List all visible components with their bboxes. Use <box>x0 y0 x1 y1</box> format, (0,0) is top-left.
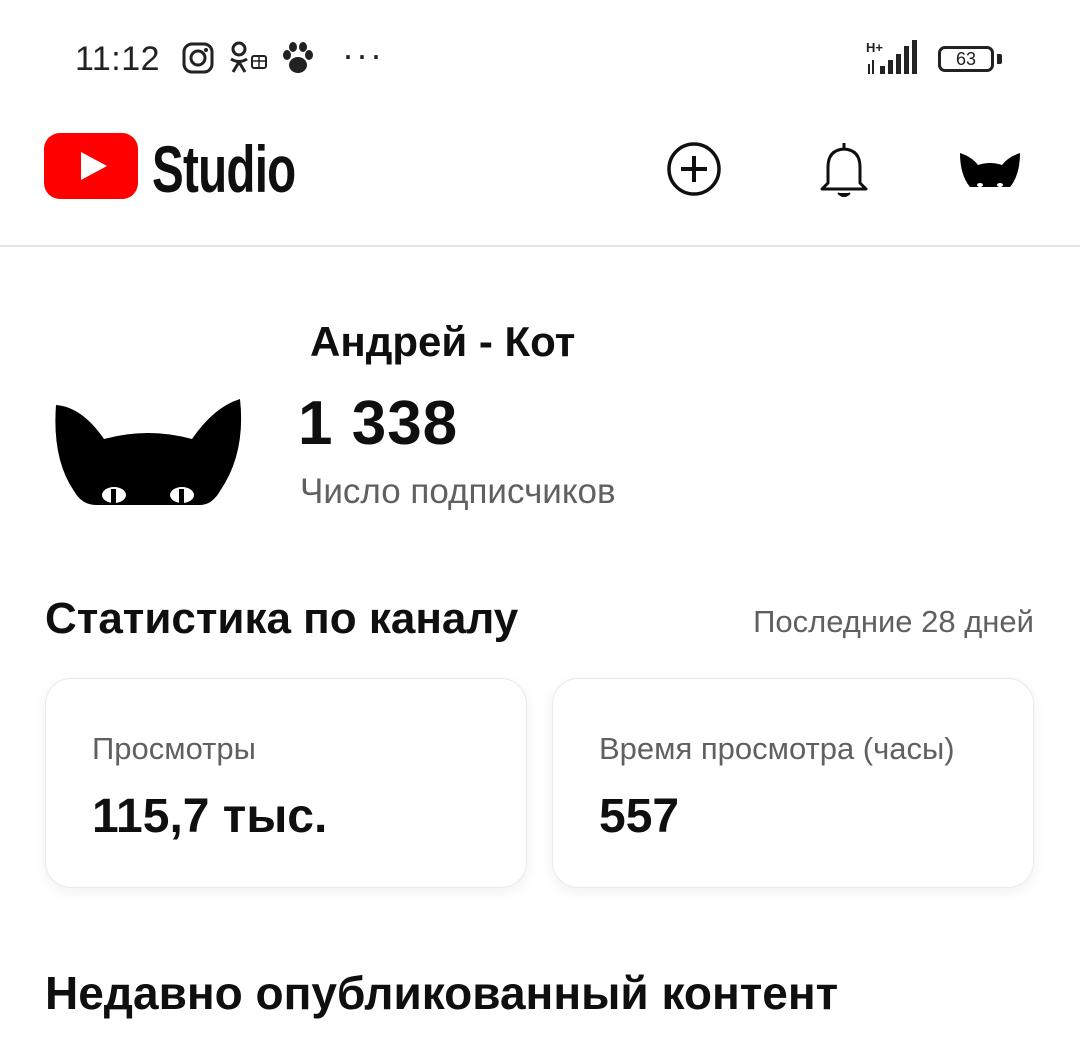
instagram-icon <box>182 42 214 74</box>
avatar <box>960 153 1020 187</box>
battery-tip <box>997 54 1002 64</box>
account-avatar-button[interactable] <box>958 137 1022 201</box>
channel-stats-heading: Статистика по каналу <box>45 594 519 643</box>
subscriber-label: Число подписчиков <box>300 472 616 511</box>
signal-icon: H+ <box>866 40 926 76</box>
create-button[interactable] <box>662 137 726 201</box>
channel-name: Андрей - Кот <box>310 318 576 365</box>
views-label: Просмотры <box>92 731 256 766</box>
watch-time-card[interactable]: Время просмотра (часы) 557 <box>552 678 1034 888</box>
status-bar: 11:12 ··· H+ 63 <box>0 0 1080 115</box>
stats-period-label: Последние 28 дней <box>753 604 1034 639</box>
subscriber-count: 1 338 <box>298 389 459 458</box>
watch-time-label: Время просмотра (часы) <box>599 731 955 766</box>
views-card[interactable]: Просмотры 115,7 тыс. <box>45 678 527 888</box>
battery-icon: 63 <box>938 46 994 72</box>
odnoklassniki-icon <box>230 41 267 73</box>
bell-icon <box>820 143 868 197</box>
studio-wordmark: Studio <box>152 132 296 206</box>
status-time: 11:12 <box>75 40 161 78</box>
views-value: 115,7 тыс. <box>92 790 328 843</box>
channel-avatar <box>55 399 242 505</box>
paw-icon <box>283 42 313 73</box>
recent-content-heading: Недавно опубликованный контент <box>45 967 839 1019</box>
more-notifications-icon: ··· <box>342 34 384 75</box>
battery-level: 63 <box>955 49 977 69</box>
app-header: Studio <box>0 115 1080 247</box>
add-circle-icon <box>667 142 721 196</box>
youtube-logo-icon[interactable] <box>44 133 138 199</box>
watch-time-value: 557 <box>599 790 680 843</box>
notifications-button[interactable] <box>812 137 876 201</box>
